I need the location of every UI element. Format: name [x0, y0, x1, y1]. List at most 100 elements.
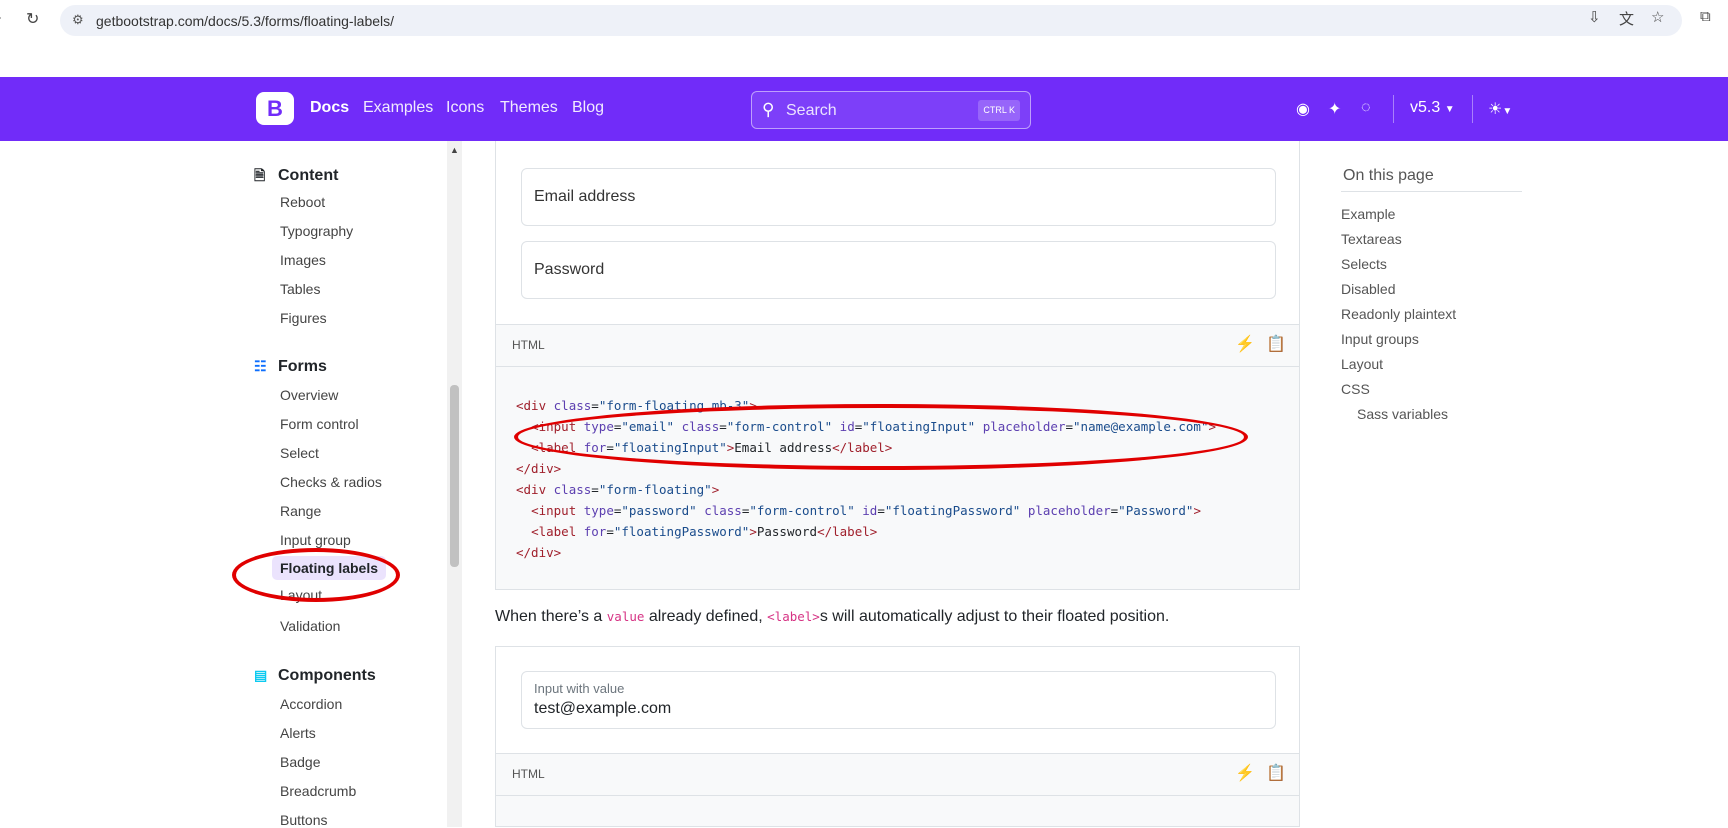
sidebar-item-badge[interactable]: Badge [280, 754, 320, 770]
sidebar-item-alerts[interactable]: Alerts [280, 725, 316, 741]
sidebar-item-range[interactable]: Range [280, 503, 321, 519]
divider [1393, 95, 1394, 123]
sidebar-item-tables[interactable]: Tables [280, 281, 320, 297]
sidebar-section-forms[interactable]: ☷ Forms [254, 358, 327, 376]
sidebar-item-form-control[interactable]: Form control [280, 416, 359, 432]
inline-code: value [606, 609, 645, 624]
sidebar-item-accordion[interactable]: Accordion [280, 696, 342, 712]
inline-code: <label> [767, 609, 820, 624]
password-placeholder: Password [534, 261, 605, 278]
nav-blog[interactable]: Blog [572, 99, 604, 117]
reload-icon[interactable]: ↻ [26, 9, 39, 29]
nav-docs[interactable]: Docs [310, 99, 349, 117]
toc-item-layout[interactable]: Layout [1341, 356, 1383, 372]
code-block-2 [495, 796, 1300, 827]
sidebar-item-figures[interactable]: Figures [280, 310, 327, 326]
lightning-icon[interactable]: ⚡ [1235, 334, 1255, 354]
search-shortcut: CTRL K [978, 100, 1020, 121]
floating-label: Input with value [534, 681, 625, 696]
email-field[interactable]: Email address [521, 168, 1276, 226]
section-title: Content [278, 167, 339, 184]
sidebar-item-reboot[interactable]: Reboot [280, 194, 325, 210]
version-label: v5.3 [1410, 99, 1441, 116]
toc-item-textareas[interactable]: Textareas [1341, 231, 1402, 247]
nav-icons[interactable]: Icons [446, 99, 484, 117]
toc-item-sass-variables[interactable]: Sass variables [1357, 406, 1448, 422]
scrollbar-thumb[interactable] [450, 385, 459, 567]
site-navbar: B Docs Examples Icons Themes Blog ⚲ Sear… [0, 77, 1728, 141]
version-dropdown[interactable]: v5.3 ▼ [1410, 99, 1455, 117]
code-header: HTML ⚡ 📋 [495, 325, 1300, 367]
sidebar-item-select[interactable]: Select [280, 445, 319, 461]
code-line: <div class="form-floating"> [516, 482, 720, 497]
sun-icon: ☀ [1488, 101, 1503, 118]
search-icon: ⚲ [762, 100, 775, 119]
opencollective-icon[interactable]: ◌ [1361, 99, 1371, 117]
extensions-icon[interactable]: ⧉ [1700, 8, 1711, 25]
forward-icon[interactable]: › [0, 9, 1, 27]
toc-divider [1341, 191, 1522, 192]
docs-sidebar: 🗎 Content Reboot Typography Images Tables… [248, 141, 446, 828]
sidebar-item-buttons[interactable]: Buttons [280, 812, 327, 828]
sidebar-item-breadcrumb[interactable]: Breadcrumb [280, 783, 356, 799]
input-with-value-field[interactable]: Input with value test@example.com [521, 671, 1276, 729]
code-language-label: HTML [512, 338, 545, 352]
code-language-label: HTML [512, 767, 545, 781]
nav-themes[interactable]: Themes [500, 99, 558, 117]
sidebar-item-typography[interactable]: Typography [280, 223, 353, 239]
code-line: <input type="password" class="form-contr… [531, 503, 1201, 518]
section-title: Components [278, 667, 376, 684]
nav-examples[interactable]: Examples [363, 99, 433, 117]
install-icon[interactable]: ⇩ [1588, 8, 1601, 26]
toc-item-readonly-plaintext[interactable]: Readonly plaintext [1341, 306, 1456, 322]
annotation-circle [232, 548, 400, 602]
browser-toolbar: › ↻ ⚙ getbootstrap.com/docs/5.3/forms/fl… [0, 0, 1728, 40]
divider [1472, 95, 1473, 123]
toc-item-selects[interactable]: Selects [1341, 256, 1387, 272]
clipboard-icon[interactable]: 📋 [1266, 763, 1286, 783]
sidebar-item-checks-radios[interactable]: Checks & radios [280, 474, 382, 490]
translate-icon[interactable]: 文 [1619, 8, 1634, 29]
example-preview-2: Input with value test@example.com [495, 646, 1300, 754]
bootstrap-logo[interactable]: B [256, 92, 294, 125]
lightning-icon[interactable]: ⚡ [1235, 763, 1255, 783]
site-settings-icon[interactable]: ⚙ [72, 12, 84, 28]
field-value: test@example.com [534, 700, 672, 717]
toc-item-css[interactable]: CSS [1341, 381, 1370, 397]
sidebar-item-images[interactable]: Images [280, 252, 326, 268]
components-icon: ▤ [254, 667, 268, 683]
sidebar-scrollbar[interactable]: ▲ [447, 141, 462, 827]
chevron-down-icon: ▼ [1502, 106, 1513, 117]
scroll-up-icon[interactable]: ▲ [450, 145, 459, 155]
sidebar-item-input-group[interactable]: Input group [280, 532, 351, 548]
sidebar-section-content[interactable]: 🗎 Content [254, 165, 338, 189]
code-line: </div> [516, 545, 562, 560]
github-icon[interactable]: ◉ [1296, 99, 1310, 119]
toc-item-example[interactable]: Example [1341, 206, 1395, 222]
password-field[interactable]: Password [521, 241, 1276, 299]
email-placeholder: Email address [534, 188, 636, 205]
bookmark-star-icon[interactable]: ☆ [1651, 8, 1664, 26]
search-button[interactable]: ⚲ Search CTRL K [751, 91, 1031, 129]
sidebar-section-components[interactable]: ▤ Components [254, 667, 376, 685]
document-icon: 🗎 [254, 167, 266, 183]
chevron-down-icon: ▼ [1444, 104, 1455, 115]
theme-toggle[interactable]: ☀▼ [1488, 99, 1512, 119]
code-line: </div> [516, 461, 562, 476]
example-preview: Email address Password [495, 141, 1300, 325]
twitter-icon[interactable]: ✦ [1328, 99, 1341, 119]
search-label: Search [786, 102, 837, 119]
sidebar-item-validation[interactable]: Validation [280, 618, 340, 634]
code-line: <label for="floatingPassword">Password</… [531, 524, 878, 539]
address-bar[interactable]: ⚙ getbootstrap.com/docs/5.3/forms/floati… [60, 5, 1682, 36]
code-header-2: HTML ⚡ 📋 [495, 754, 1300, 796]
toc-item-disabled[interactable]: Disabled [1341, 281, 1395, 297]
code-block: <div class="form-floating mb-3"> <input … [495, 367, 1300, 590]
section-title: Forms [278, 358, 327, 375]
forms-icon: ☷ [254, 358, 267, 374]
clipboard-icon[interactable]: 📋 [1266, 334, 1286, 354]
toc-item-input-groups[interactable]: Input groups [1341, 331, 1419, 347]
description-paragraph: When there’s a value already defined, <l… [495, 608, 1170, 625]
url-text: getbootstrap.com/docs/5.3/forms/floating… [96, 13, 395, 29]
sidebar-item-overview[interactable]: Overview [280, 387, 338, 403]
